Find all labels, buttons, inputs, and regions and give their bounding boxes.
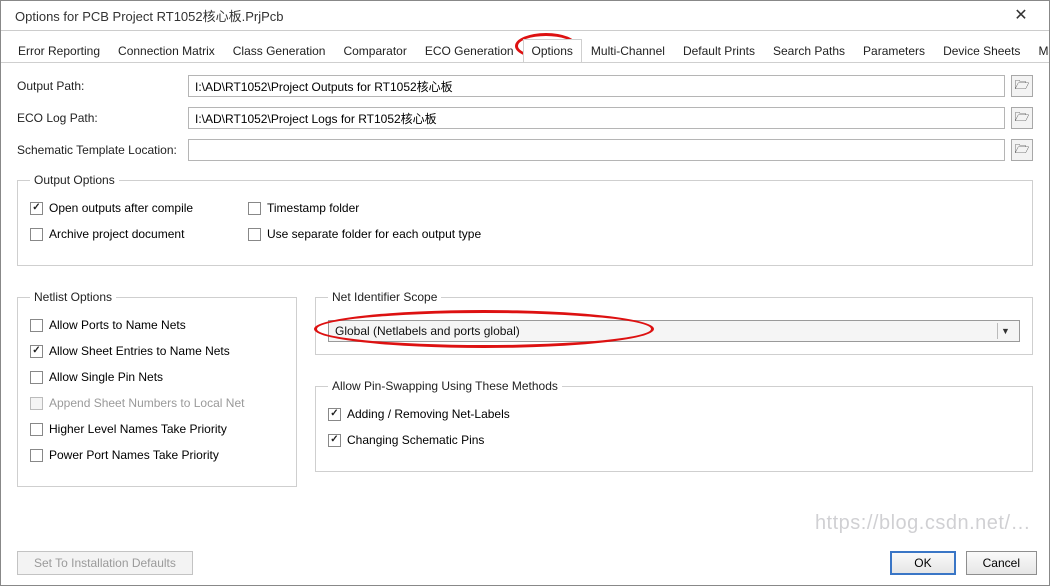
pin-swapping-legend: Allow Pin-Swapping Using These Methods: [328, 379, 562, 393]
eco-log-path-row: ECO Log Path: 🗁: [17, 107, 1033, 129]
folder-icon: 🗁: [1015, 140, 1030, 161]
allow-single-pin-label: Allow Single Pin Nets: [49, 370, 163, 384]
tab-comparator[interactable]: Comparator: [334, 39, 415, 62]
higher-level-priority-checkbox-row[interactable]: Higher Level Names Take Priority: [30, 422, 284, 436]
timestamp-folder-label: Timestamp folder: [267, 201, 359, 215]
checkbox-icon: [30, 449, 43, 462]
tab-managed-o[interactable]: Managed O: [1029, 39, 1049, 62]
adding-removing-label: Adding / Removing Net-Labels: [347, 407, 510, 421]
higher-level-priority-label: Higher Level Names Take Priority: [49, 422, 227, 436]
checkbox-icon: [30, 319, 43, 332]
checkbox-icon: [30, 345, 43, 358]
net-identifier-scope-dropdown[interactable]: Global (Netlabels and ports global) ▼: [328, 320, 1020, 342]
checkbox-icon: [30, 202, 43, 215]
titlebar: Options for PCB Project RT1052核心板.PrjPcb…: [1, 1, 1049, 31]
browse-eco-button[interactable]: 🗁: [1011, 107, 1033, 129]
checkbox-icon: [248, 228, 261, 241]
eco-log-path-label: ECO Log Path:: [17, 111, 182, 125]
archive-project-label: Archive project document: [49, 227, 184, 241]
checkbox-icon: [30, 397, 43, 410]
append-sheet-numbers-checkbox-row: Append Sheet Numbers to Local Net: [30, 396, 284, 410]
browse-output-button[interactable]: 🗁: [1011, 75, 1033, 97]
tabstrip: Error Reporting Connection Matrix Class …: [1, 31, 1049, 63]
browse-schematic-button[interactable]: 🗁: [1011, 139, 1033, 161]
close-icon[interactable]: ✕: [1001, 2, 1041, 30]
folder-icon: 🗁: [1015, 108, 1030, 129]
checkbox-icon: [328, 408, 341, 421]
timestamp-folder-checkbox-row[interactable]: Timestamp folder: [248, 201, 481, 215]
tab-parameters[interactable]: Parameters: [854, 39, 934, 62]
output-path-row: Output Path: 🗁: [17, 75, 1033, 97]
changing-pins-checkbox-row[interactable]: Changing Schematic Pins: [328, 433, 1020, 447]
tab-device-sheets[interactable]: Device Sheets: [934, 39, 1029, 62]
eco-log-path-input[interactable]: [188, 107, 1005, 129]
net-identifier-scope-legend: Net Identifier Scope: [328, 290, 441, 304]
checkbox-icon: [30, 423, 43, 436]
netlist-options-legend: Netlist Options: [30, 290, 116, 304]
power-port-priority-label: Power Port Names Take Priority: [49, 448, 219, 462]
schematic-template-label: Schematic Template Location:: [17, 143, 182, 157]
options-dialog: Options for PCB Project RT1052核心板.PrjPcb…: [0, 0, 1050, 586]
schematic-template-input[interactable]: [188, 139, 1005, 161]
net-identifier-scope-group: Net Identifier Scope Global (Netlabels a…: [315, 290, 1033, 355]
folder-icon: 🗁: [1015, 76, 1030, 97]
allow-ports-label: Allow Ports to Name Nets: [49, 318, 186, 332]
tab-connection-matrix[interactable]: Connection Matrix: [109, 39, 224, 62]
open-outputs-label: Open outputs after compile: [49, 201, 193, 215]
power-port-priority-checkbox-row[interactable]: Power Port Names Take Priority: [30, 448, 284, 462]
tab-content: Output Path: 🗁 ECO Log Path: 🗁 Schematic…: [1, 63, 1049, 585]
tab-default-prints[interactable]: Default Prints: [674, 39, 764, 62]
output-path-input[interactable]: [188, 75, 1005, 97]
output-options-group: Output Options Open outputs after compil…: [17, 173, 1033, 266]
pin-swapping-group: Allow Pin-Swapping Using These Methods A…: [315, 379, 1033, 472]
tab-search-paths[interactable]: Search Paths: [764, 39, 854, 62]
allow-single-pin-checkbox-row[interactable]: Allow Single Pin Nets: [30, 370, 284, 384]
checkbox-icon: [30, 371, 43, 384]
chevron-down-icon: ▼: [997, 323, 1013, 339]
netlist-options-group: Netlist Options Allow Ports to Name Nets…: [17, 290, 297, 487]
checkbox-icon: [30, 228, 43, 241]
schematic-template-row: Schematic Template Location: 🗁: [17, 139, 1033, 161]
tab-class-generation[interactable]: Class Generation: [224, 39, 335, 62]
allow-sheet-entries-checkbox-row[interactable]: Allow Sheet Entries to Name Nets: [30, 344, 284, 358]
net-identifier-scope-selected: Global (Netlabels and ports global): [335, 324, 997, 338]
tab-error-reporting[interactable]: Error Reporting: [9, 39, 109, 62]
adding-removing-checkbox-row[interactable]: Adding / Removing Net-Labels: [328, 407, 1020, 421]
set-defaults-button: Set To Installation Defaults: [17, 551, 193, 575]
cancel-button[interactable]: Cancel: [966, 551, 1037, 575]
window-title: Options for PCB Project RT1052核心板.PrjPcb: [9, 6, 1001, 25]
append-sheet-numbers-label: Append Sheet Numbers to Local Net: [49, 396, 244, 410]
dialog-button-row: Set To Installation Defaults OK Cancel: [17, 551, 1037, 575]
allow-sheet-entries-label: Allow Sheet Entries to Name Nets: [49, 344, 230, 358]
allow-ports-checkbox-row[interactable]: Allow Ports to Name Nets: [30, 318, 284, 332]
separate-folder-checkbox-row[interactable]: Use separate folder for each output type: [248, 227, 481, 241]
output-path-label: Output Path:: [17, 79, 182, 93]
tab-eco-generation[interactable]: ECO Generation: [416, 39, 523, 62]
tab-options[interactable]: Options: [523, 39, 582, 62]
tab-multi-channel[interactable]: Multi-Channel: [582, 39, 674, 62]
changing-pins-label: Changing Schematic Pins: [347, 433, 484, 447]
checkbox-icon: [248, 202, 261, 215]
checkbox-icon: [328, 434, 341, 447]
output-options-legend: Output Options: [30, 173, 119, 187]
ok-button[interactable]: OK: [890, 551, 955, 575]
archive-project-checkbox-row[interactable]: Archive project document: [30, 227, 230, 241]
open-outputs-checkbox-row[interactable]: Open outputs after compile: [30, 201, 230, 215]
separate-folder-label: Use separate folder for each output type: [267, 227, 481, 241]
